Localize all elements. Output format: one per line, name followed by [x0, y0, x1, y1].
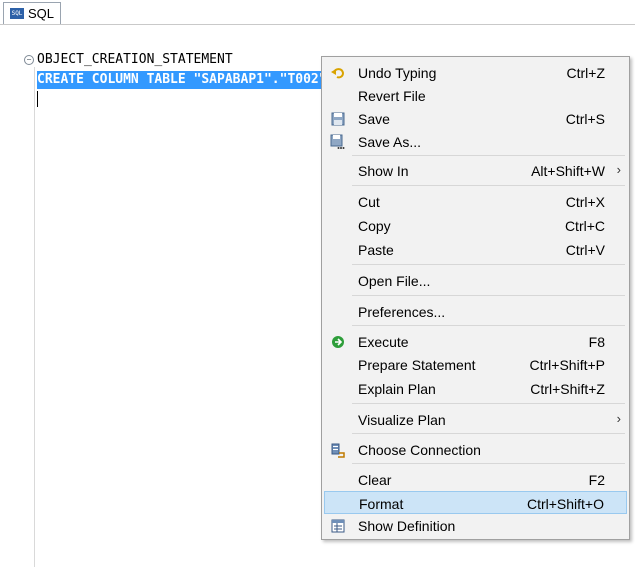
save-as-icon	[330, 134, 345, 149]
menu-separator	[352, 295, 625, 296]
menu-item-revert-file[interactable]: Revert File	[324, 84, 627, 107]
menu-item-clear[interactable]: Clear F2	[324, 468, 627, 491]
code-line-1: OBJECT_CREATION_STATEMENT	[37, 52, 233, 67]
sql-file-icon: SQL	[10, 8, 24, 19]
collapse-icon[interactable]: −	[24, 55, 34, 65]
menu-item-prepare-statement[interactable]: Prepare Statement Ctrl+Shift+P	[324, 353, 627, 376]
tab-sql-label: SQL	[28, 6, 55, 21]
menu-item-explain-plan[interactable]: Explain Plan Ctrl+Shift+Z	[324, 377, 627, 400]
menu-item-open-file[interactable]: Open File...	[324, 269, 627, 292]
menu-item-cut[interactable]: Cut Ctrl+X	[324, 190, 627, 213]
connection-icon	[331, 443, 345, 458]
menu-item-show-in[interactable]: Show In Alt+Shift+W ›	[324, 159, 627, 182]
menu-item-visualize-plan[interactable]: Visualize Plan ›	[324, 408, 627, 431]
menu-separator	[352, 325, 625, 326]
menu-item-paste[interactable]: Paste Ctrl+V	[324, 238, 627, 261]
save-icon	[331, 112, 345, 126]
context-menu: Undo Typing Ctrl+Z Revert File Save Ctrl…	[321, 56, 630, 540]
menu-item-format[interactable]: Format Ctrl+Shift+O	[324, 491, 627, 514]
menu-separator	[352, 185, 625, 186]
menu-item-choose-connection[interactable]: Choose Connection	[324, 438, 627, 461]
menu-separator	[352, 463, 625, 464]
text-caret	[37, 91, 38, 107]
menu-item-preferences[interactable]: Preferences...	[324, 300, 627, 323]
undo-icon	[331, 68, 345, 79]
tab-sql[interactable]: SQL SQL	[3, 2, 61, 24]
menu-item-copy[interactable]: Copy Ctrl+C	[324, 214, 627, 237]
menu-item-show-definition[interactable]: Show Definition	[324, 514, 627, 537]
editor-tab-bar: SQL SQL	[0, 0, 635, 25]
menu-item-undo-typing[interactable]: Undo Typing Ctrl+Z	[324, 61, 627, 84]
fold-guide-line	[34, 67, 35, 567]
menu-item-save[interactable]: Save Ctrl+S	[324, 107, 627, 130]
submenu-arrow-icon: ›	[616, 411, 621, 426]
menu-separator	[352, 433, 625, 434]
menu-item-execute[interactable]: Execute F8	[324, 330, 627, 353]
menu-separator	[352, 403, 625, 404]
menu-separator	[352, 264, 625, 265]
submenu-arrow-icon: ›	[616, 162, 621, 177]
execute-icon	[332, 336, 344, 348]
menu-item-save-as[interactable]: Save As...	[324, 130, 627, 153]
definition-icon	[331, 519, 345, 533]
menu-separator	[352, 155, 625, 156]
